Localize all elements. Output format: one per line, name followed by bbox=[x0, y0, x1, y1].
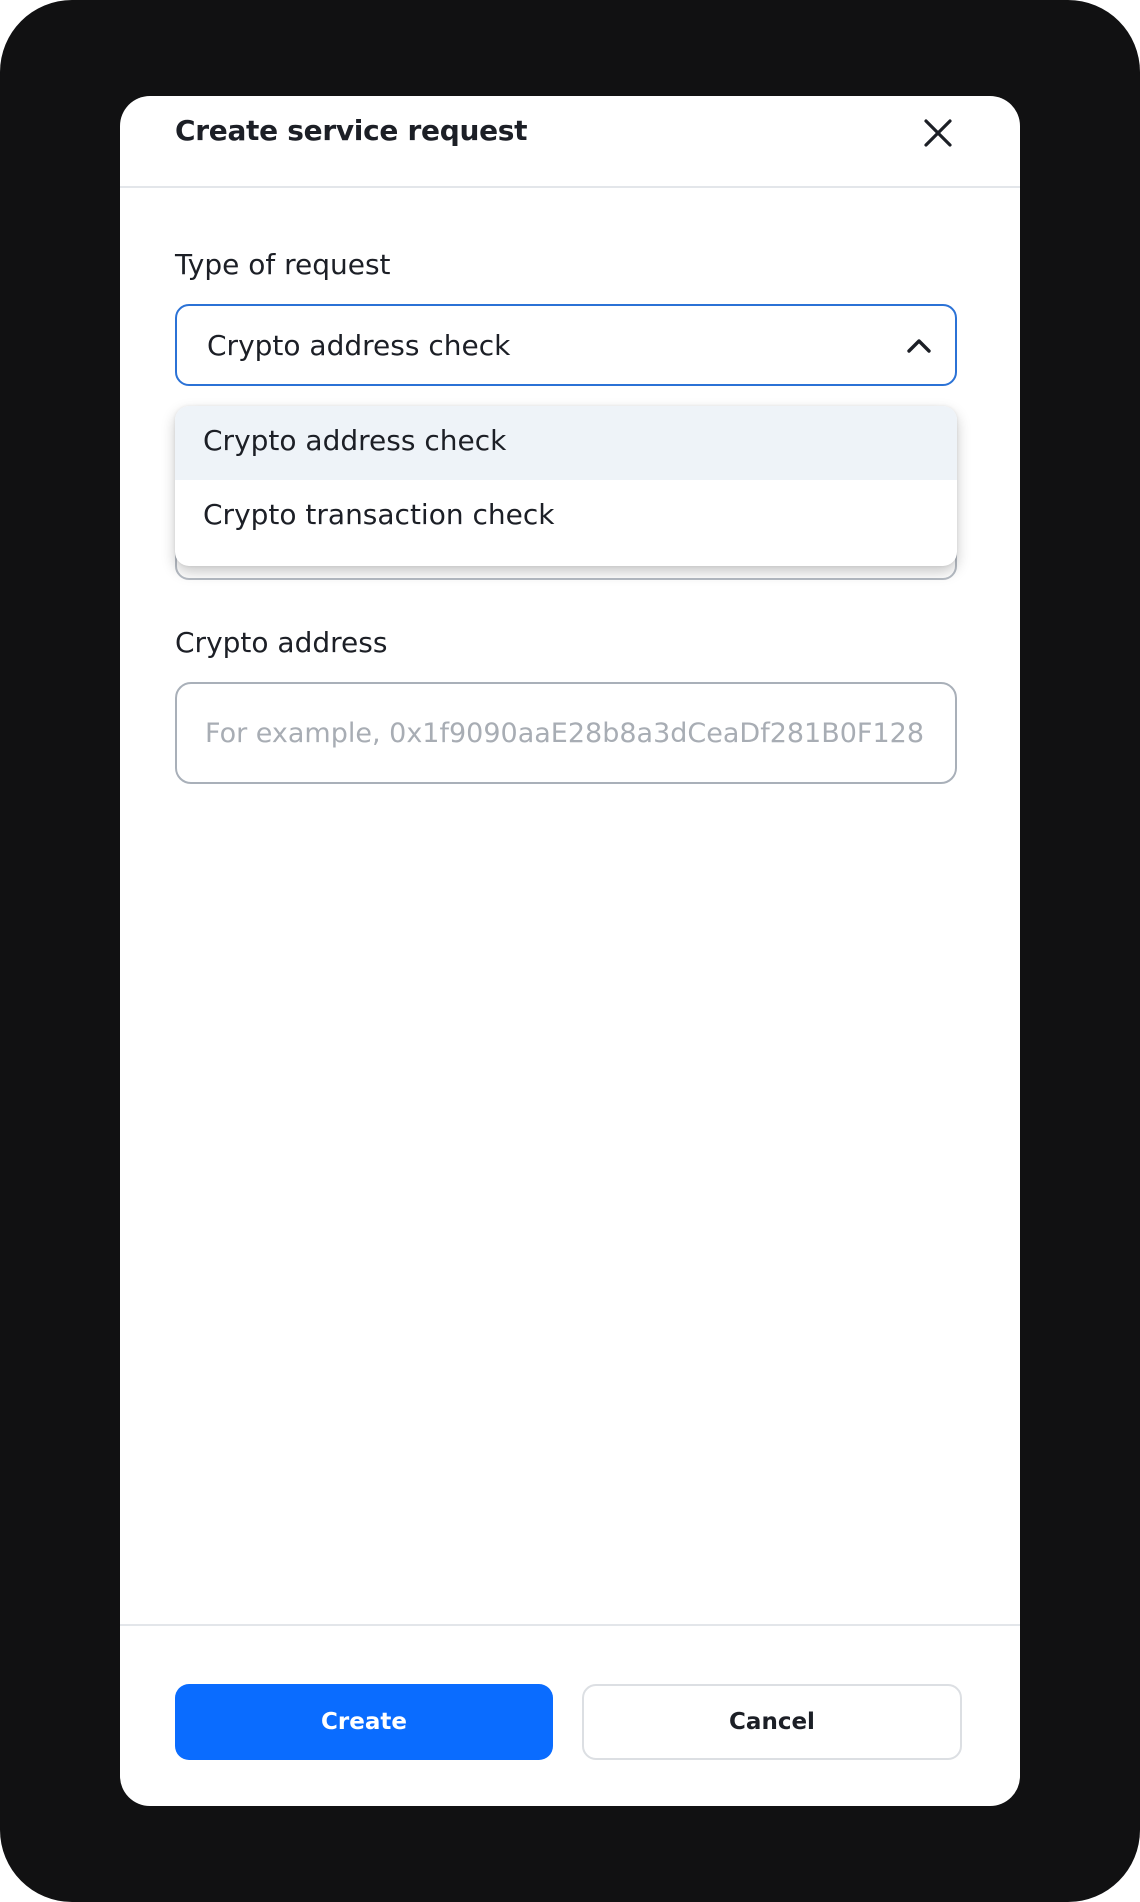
close-button[interactable] bbox=[916, 111, 960, 155]
service-request-modal: Create service request Type of request C… bbox=[120, 96, 1020, 1806]
request-type-dropdown: Crypto address check Crypto transaction … bbox=[175, 406, 957, 566]
request-type-selected-value: Crypto address check bbox=[207, 329, 511, 362]
option-label: Crypto transaction check bbox=[203, 498, 555, 531]
modal-title: Create service request bbox=[175, 114, 528, 147]
type-of-request-label: Type of request bbox=[175, 248, 391, 281]
option-crypto-transaction-check[interactable]: Crypto transaction check bbox=[175, 480, 957, 554]
create-button[interactable]: Create bbox=[175, 1684, 553, 1760]
crypto-address-input[interactable] bbox=[175, 682, 957, 784]
option-label: Crypto address check bbox=[203, 424, 507, 457]
request-type-select[interactable]: Crypto address check bbox=[175, 304, 957, 386]
close-icon bbox=[924, 119, 952, 147]
cancel-button[interactable]: Cancel bbox=[582, 1684, 962, 1760]
option-crypto-address-check[interactable]: Crypto address check bbox=[175, 406, 957, 480]
device-frame: Create service request Type of request C… bbox=[0, 0, 1140, 1902]
crypto-address-label: Crypto address bbox=[175, 626, 388, 659]
chevron-up-icon bbox=[907, 339, 931, 353]
modal-footer: Create Cancel bbox=[120, 1624, 1020, 1806]
modal-header: Create service request bbox=[120, 96, 1020, 188]
